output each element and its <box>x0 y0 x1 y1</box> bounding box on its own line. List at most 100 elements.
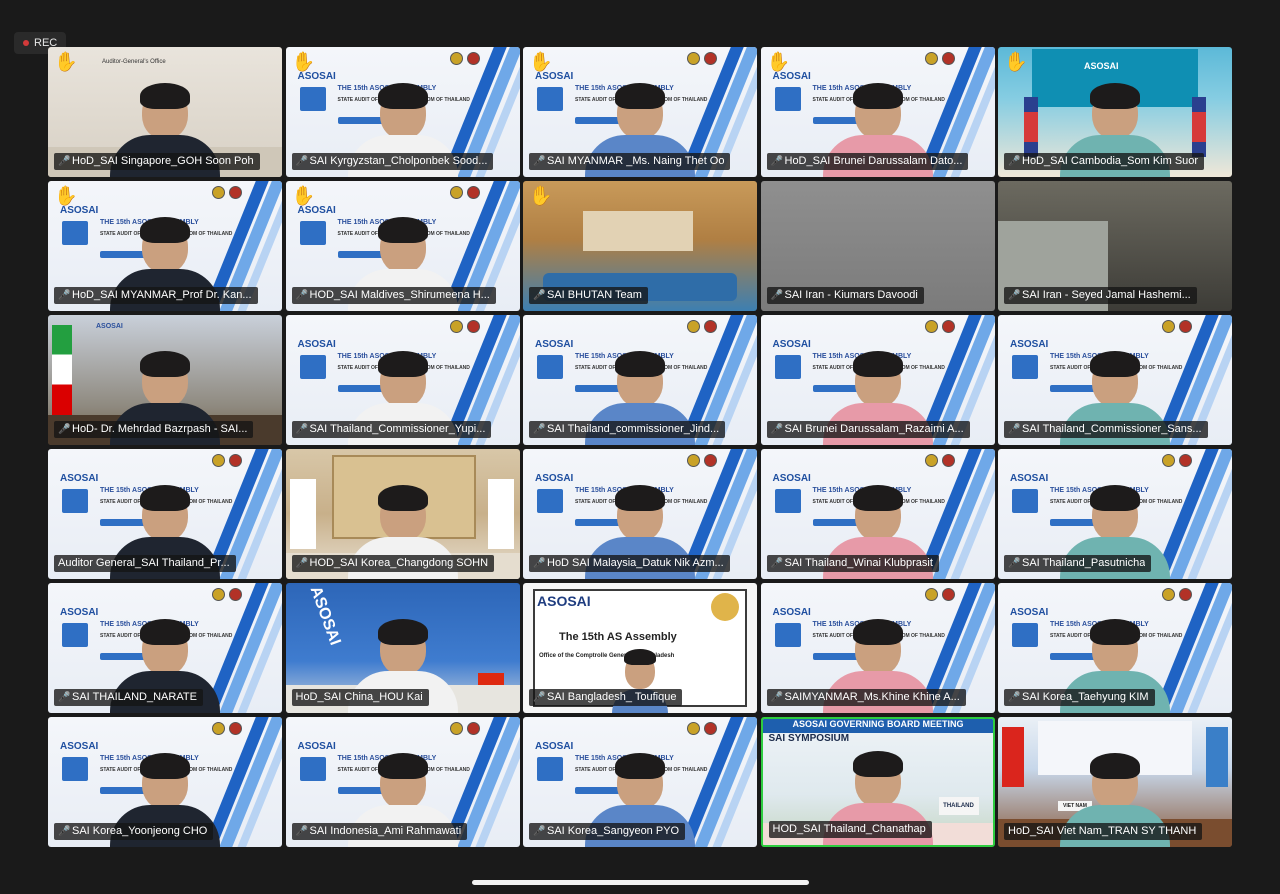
participant-name: SAI BHUTAN Team <box>547 289 642 301</box>
flag-icon <box>289 479 316 549</box>
seal-icon <box>1162 320 1175 333</box>
participant-tile[interactable]: ASOSAITHE 15th ASOSAI ASSEMBLYSTATE AUDI… <box>998 583 1232 713</box>
participant-tile[interactable]: ASOSAITHE 15th ASOSAI ASSEMBLYSTATE AUDI… <box>48 717 282 847</box>
participant-name: HoD_SAI Singapore_GOH Soon Poh <box>72 155 254 167</box>
seals <box>212 454 242 467</box>
hair <box>377 351 428 377</box>
participant-tile[interactable]: ASOSAITHE 15th ASOSAI ASSEMBLYSTATE AUDI… <box>285 47 520 177</box>
participant-tile[interactable]: ASOSAI 🎤 HoD- Dr. Mehrdad Bazrpash - SAI..… <box>48 315 282 445</box>
participant-tile[interactable]: Auditor-General's Office ✋ 🎤 HoD_SAI Singap… <box>48 47 282 177</box>
participant-name-label: 🎤 SAI Korea_Taehyung KIM <box>1004 689 1155 706</box>
participant-name: SAI Iran - Kiumars Davoodi <box>784 289 918 301</box>
hair <box>1090 351 1140 377</box>
participant-tile[interactable]: 🎤 SAI Iran - Kiumars Davoodi <box>760 181 995 311</box>
banner-subtitle: SAI SYMPOSIUM <box>768 733 850 744</box>
participant-name: SAI Iran - Seyed Jamal Hashemi... <box>1022 289 1191 301</box>
muted-mic-icon: 🎤 <box>295 826 308 837</box>
participant-tile[interactable]: ASOSAITHE 15th ASOSAI ASSEMBLYSTATE AUDI… <box>285 315 520 445</box>
seal-icon <box>212 454 225 467</box>
seal-icon <box>1162 454 1175 467</box>
seal-icon <box>704 320 717 333</box>
seal-icon <box>466 52 480 65</box>
assembly-logo-icon <box>774 489 801 513</box>
participant-tile[interactable]: ASOSAITHE 15th ASOSAI ASSEMBLYSTATE AUDI… <box>285 717 520 847</box>
participant-tile[interactable]: ASOSAITHE 15th ASOSAI ASSEMBLYSTATE AUDI… <box>523 315 757 445</box>
seal-icon <box>704 722 717 735</box>
participant-name-label: HoD_SAI Viet Nam_TRAN SY THANH <box>1004 823 1203 840</box>
seals <box>212 186 242 199</box>
seals <box>687 454 717 467</box>
muted-mic-icon: 🎤 <box>295 156 308 167</box>
participant-tile[interactable]: ASOSAITHE 15th ASOSAI ASSEMBLYSTATE AUDI… <box>523 47 757 177</box>
participant-tile[interactable]: ASOSAITHE 15th ASOSAI ASSEMBLYSTATE AUDI… <box>760 315 995 445</box>
participant-name-label: 🎤 SAI MYANMAR _Ms. Naing Thet Oo <box>529 153 731 170</box>
seal-icon <box>449 320 463 333</box>
hair <box>377 619 428 645</box>
asosai-logo: ASOSAI <box>297 741 336 752</box>
seal-icon <box>704 454 717 467</box>
participant-tile[interactable]: 🎤 SAI Iran - Seyed Jamal Hashemi... <box>998 181 1232 311</box>
participant-tile[interactable]: ASOSAITHE 15th ASOSAI ASSEMBLYSTATE AUDI… <box>523 717 757 847</box>
participant-tile[interactable]: ✋ 🎤 SAI BHUTAN Team <box>523 181 757 311</box>
participant-name-label: 🎤 HoD_SAI Cambodia_Som Kim Suor <box>1004 153 1205 170</box>
hair <box>1090 753 1140 779</box>
hair <box>140 485 190 511</box>
assembly-logo-icon <box>774 355 801 379</box>
hair <box>852 751 903 777</box>
participant-tile[interactable]: ASOSAITHE 15th ASOSAI ASSEMBLYSTATE AUDI… <box>760 449 995 579</box>
seal-icon <box>229 186 242 199</box>
participant-name: SAI Thailand_Winai Klubprasit <box>784 557 933 569</box>
hair <box>615 83 665 109</box>
participant-tile[interactable]: ASOSAI GOVERNING BOARD MEETING SAI SYMPOS… <box>760 717 995 847</box>
flag-icon <box>1192 97 1206 157</box>
muted-mic-icon: 🎤 <box>295 290 308 301</box>
seal-icon <box>687 52 700 65</box>
participant-tile[interactable]: ASOSAITHE 15th ASOSAI ASSEMBLYSTATE AUDI… <box>48 449 282 579</box>
seal-icon <box>212 186 225 199</box>
participant-name: SAI Korea_Sangyeon PYO <box>547 825 680 837</box>
participant-name-label: HoD_SAI China_HOU Kai <box>291 689 429 706</box>
participant-tile[interactable]: ASOSAITHE 15th ASOSAI ASSEMBLYSTATE AUDI… <box>48 583 282 713</box>
participant-name: SAIMYANMAR_Ms.Khine Khine A... <box>784 691 960 703</box>
participant-tile[interactable]: ASOSAITHE 15th ASOSAI ASSEMBLYSTATE AUDI… <box>285 181 520 311</box>
participant-tile[interactable]: ASOSAITHE 15th ASOSAI ASSEMBLYSTATE AUDI… <box>523 449 757 579</box>
seal-icon <box>941 52 955 65</box>
participant-tile[interactable]: 🎤 HOD_SAI Korea_Changdong SOHN <box>285 449 520 579</box>
participant-tile[interactable]: VIET NAM HoD_SAI Viet Nam_TRAN SY THANH <box>998 717 1232 847</box>
participant-tile[interactable]: ASOSAI ✋ 🎤 HoD_SAI Cambodia_Som Kim Suor <box>998 47 1232 177</box>
seal-icon <box>229 722 242 735</box>
screen-logo: ASOSAI <box>96 323 123 330</box>
slide-title: The 15th AS Assembly <box>559 631 677 643</box>
seals <box>449 186 480 199</box>
seal-icon <box>449 52 463 65</box>
seals <box>1162 320 1192 333</box>
raised-hand-icon: ✋ <box>54 186 78 207</box>
muted-mic-icon: 🎤 <box>1008 692 1021 703</box>
participant-name: HOD_SAI Maldives_Shirumeena H... <box>309 289 490 301</box>
muted-mic-icon: 🎤 <box>295 424 308 435</box>
participant-name: SAI Brunei Darussalam_Razaimi A... <box>784 423 964 435</box>
participant-name-label: 🎤 SAI Thailand_Pasutnicha <box>1004 555 1152 572</box>
muted-mic-icon: 🎤 <box>533 558 546 569</box>
asosai-logo: ASOSAI <box>1010 473 1049 484</box>
assembly-logo-icon <box>299 355 326 379</box>
participant-tile[interactable]: ASOSAI The 15th AS Assembly Office of the … <box>523 583 757 713</box>
muted-mic-icon: 🎤 <box>58 156 71 167</box>
participant-tile[interactable]: ASOSAITHE 15th ASOSAI ASSEMBLYSTATE AUDI… <box>998 315 1232 445</box>
participant-tile[interactable]: ASOSAITHE 15th ASOSAI ASSEMBLYSTATE AUDI… <box>48 181 282 311</box>
seal-icon <box>1179 588 1192 601</box>
participant-name-label: 🎤 SAIMYANMAR_Ms.Khine Khine A... <box>766 689 966 706</box>
participant-name: HoD_SAI China_HOU Kai <box>295 691 423 703</box>
raised-hand-icon: ✋ <box>291 52 316 73</box>
participant-tile[interactable]: ASOSAITHE 15th ASOSAI ASSEMBLYSTATE AUDI… <box>760 583 995 713</box>
flag-icon <box>1002 727 1024 787</box>
hair <box>615 485 665 511</box>
participant-tile[interactable]: ASOSAITHE 15th ASOSAI ASSEMBLYSTATE AUDI… <box>760 47 995 177</box>
muted-mic-icon: 🎤 <box>770 558 783 569</box>
seals <box>924 52 955 65</box>
participant-tile[interactable]: ASOSAI HoD_SAI China_HOU Kai <box>285 583 520 713</box>
assembly-logo-icon <box>299 221 326 245</box>
participant-tile[interactable]: ASOSAITHE 15th ASOSAI ASSEMBLYSTATE AUDI… <box>998 449 1232 579</box>
home-indicator[interactable] <box>472 880 809 885</box>
participant-name: SAI THAILAND_NARATE <box>72 691 197 703</box>
